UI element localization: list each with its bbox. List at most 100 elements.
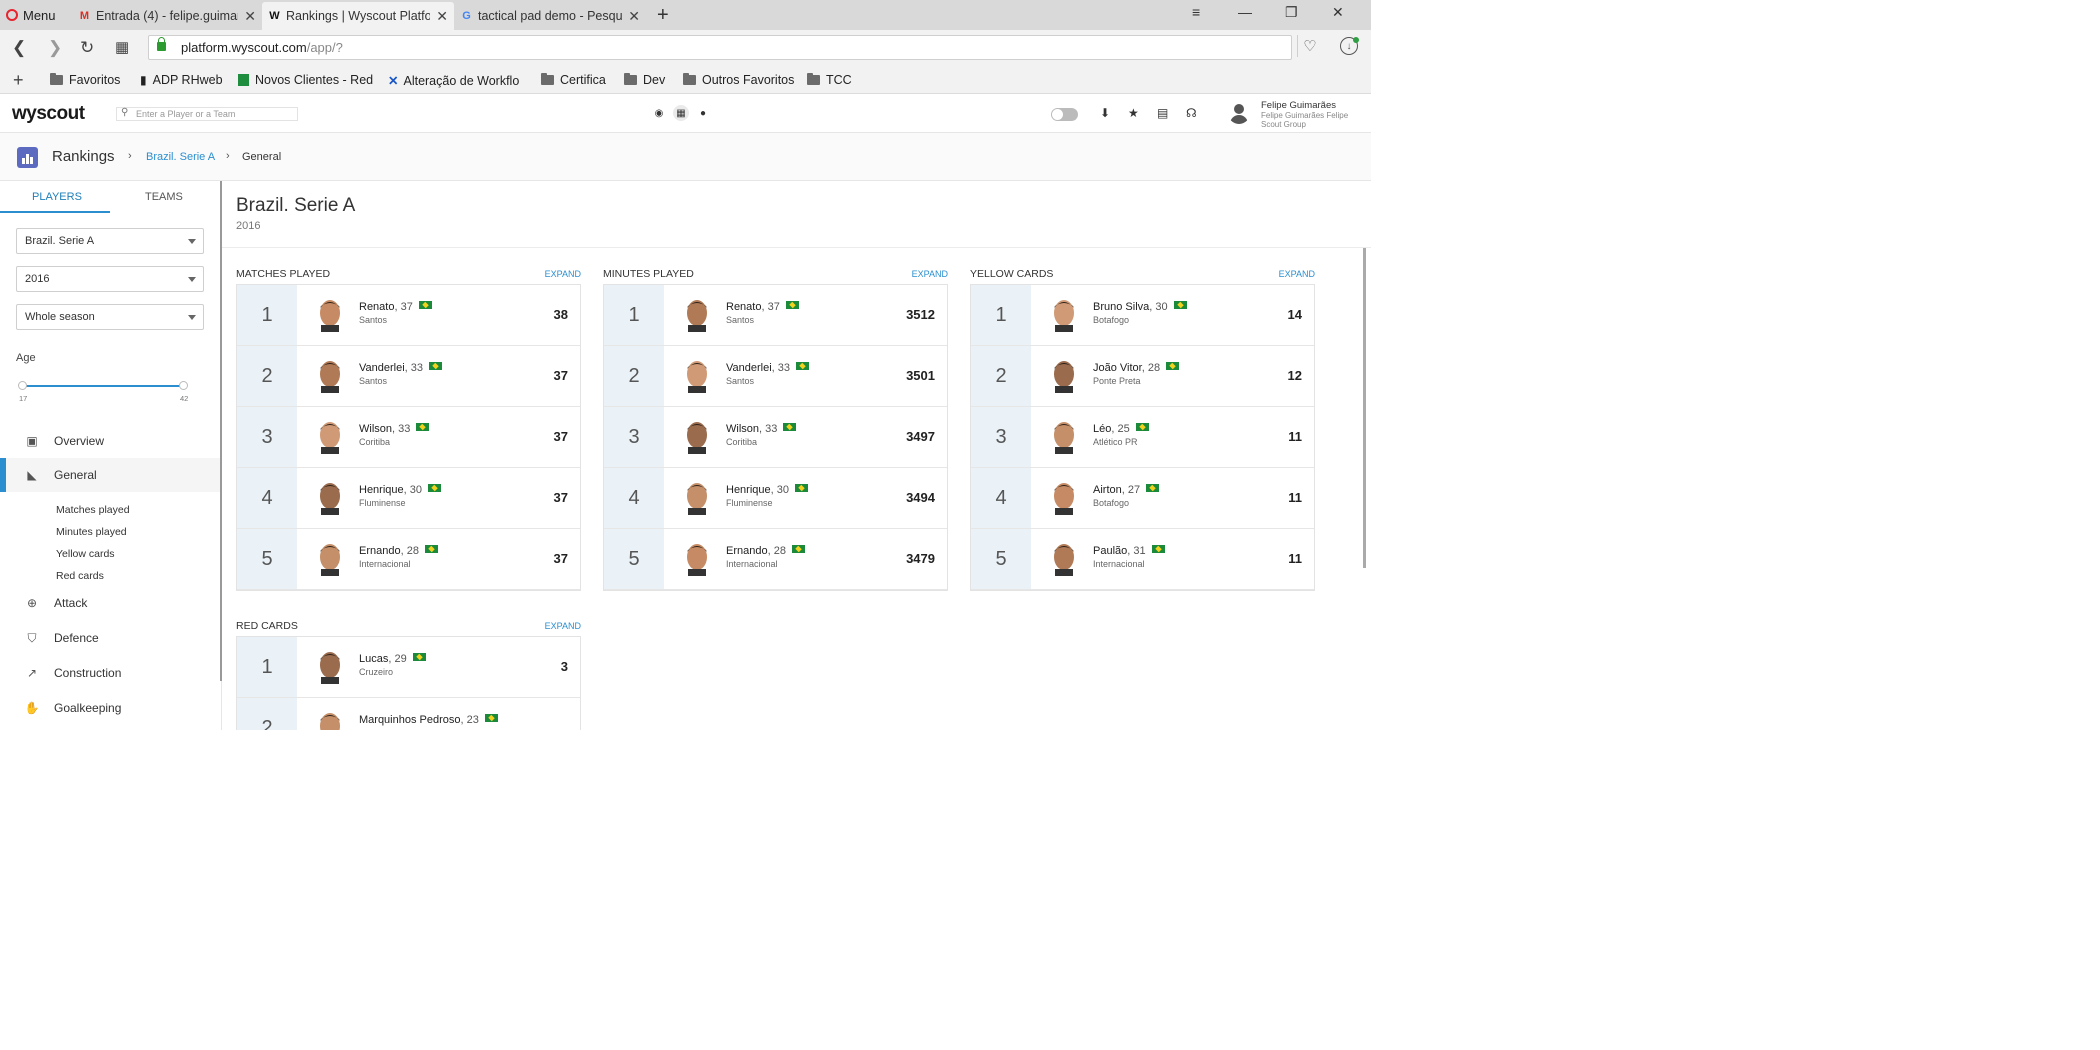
breadcrumb-rankings[interactable]: Rankings — [52, 148, 115, 165]
minimize-icon[interactable]: — — [1238, 4, 1252, 20]
window-close-icon[interactable]: ✕ — [1332, 4, 1344, 21]
table-row[interactable]: 1 Renato, 37 Santos 38 — [237, 285, 580, 346]
table-row[interactable]: 5 Ernando, 28 Internacional 37 — [237, 529, 580, 590]
bookmark-novos-clientes[interactable]: Novos Clientes - Red — [238, 73, 373, 87]
user-icon[interactable]: ● — [695, 105, 711, 121]
restore-icon[interactable]: ❐ — [1285, 4, 1298, 21]
player-name-text: Wilson — [359, 423, 393, 435]
expand-button[interactable]: EXPAND — [545, 269, 581, 279]
reload-icon[interactable]: ↻ — [80, 38, 94, 58]
user-name[interactable]: Felipe Guimarães — [1261, 100, 1336, 111]
nav-construction[interactable]: ↗ Construction — [0, 656, 220, 690]
download-box-icon[interactable]: ⬇ — [1100, 106, 1110, 120]
player-name[interactable]: Bruno Silva, 30 — [1093, 301, 1187, 313]
breadcrumb-competition[interactable]: Brazil. Serie A — [146, 151, 215, 163]
grid-icon[interactable]: ▦ — [673, 105, 689, 121]
new-tab-button[interactable]: + — [657, 4, 669, 27]
nav-attack[interactable]: ⊕ Attack — [0, 586, 220, 620]
player-name[interactable]: Airton, 27 — [1093, 484, 1160, 496]
subnav-minutes-played[interactable]: Minutes played — [56, 526, 127, 538]
subnav-yellow-cards[interactable]: Yellow cards — [56, 548, 115, 560]
table-row[interactable]: 2 Vanderlei, 33 Santos 3501 — [604, 346, 947, 407]
search-input[interactable]: ⚲ Enter a Player or a Team — [116, 107, 298, 121]
avatar[interactable] — [1228, 102, 1250, 124]
tab-menu-icon[interactable]: ≡ — [1192, 4, 1200, 20]
close-icon[interactable]: ✕ — [244, 8, 256, 25]
player-name[interactable]: Renato, 37 — [359, 301, 432, 313]
nav-goalkeeping[interactable]: ✋ Goalkeeping — [0, 691, 220, 725]
speed-dial-icon[interactable]: ▦ — [115, 38, 129, 56]
competition-select[interactable]: Brazil. Serie A — [16, 228, 204, 254]
table-row[interactable]: 2 Marquinhos Pedroso, 23 — [237, 698, 580, 730]
player-name[interactable]: Henrique, 30 — [726, 484, 808, 496]
player-name[interactable]: Ernando, 28 — [726, 545, 805, 557]
bookmark-adp-rhweb[interactable]: ▮ ADP RHweb — [140, 73, 223, 87]
browser-tab-google[interactable]: G tactical pad demo - Pesqu ✕ — [454, 2, 646, 30]
tab-teams[interactable]: TEAMS — [145, 191, 183, 203]
main-scrollbar[interactable] — [1363, 248, 1366, 568]
browser-menu-button[interactable]: Menu — [6, 6, 56, 24]
table-row[interactable]: 3 Wilson, 33 Coritiba 3497 — [604, 407, 947, 468]
age-max-handle[interactable] — [179, 381, 188, 390]
table-row[interactable]: 4 Henrique, 30 Fluminense 3494 — [604, 468, 947, 529]
browser-tab-wyscout[interactable]: W Rankings | Wyscout Platfor ✕ — [262, 2, 454, 30]
bookmark-certifica[interactable]: Certifica — [541, 73, 606, 87]
wyscout-logo[interactable]: wyscout — [12, 103, 85, 125]
forward-icon[interactable]: ❯ — [48, 38, 62, 58]
player-name[interactable]: Ernando, 28 — [359, 545, 438, 557]
back-icon[interactable]: ❮ — [12, 38, 26, 58]
download-icon[interactable]: ↓ — [1340, 37, 1359, 55]
player-name[interactable]: Marquinhos Pedroso, 23 — [359, 714, 498, 726]
season-select[interactable]: 2016 — [16, 266, 204, 292]
tab-players[interactable]: PLAYERS — [32, 191, 82, 203]
table-row[interactable]: 1 Lucas, 29 Cruzeiro 3 — [237, 637, 580, 698]
player-name[interactable]: Henrique, 30 — [359, 484, 441, 496]
player-name[interactable]: Paulão, 31 — [1093, 545, 1165, 557]
browser-tab-gmail[interactable]: M Entrada (4) - felipe.guimar ✕ — [72, 2, 262, 30]
player-name[interactable]: Renato, 37 — [726, 301, 799, 313]
close-icon[interactable]: ✕ — [436, 8, 448, 25]
headset-icon[interactable]: ☊ — [1186, 106, 1197, 120]
nav-defence[interactable]: ⛉ Defence — [0, 621, 220, 655]
subnav-matches-played[interactable]: Matches played — [56, 504, 130, 516]
subnav-red-cards[interactable]: Red cards — [56, 570, 104, 582]
player-name[interactable]: João Vitor, 28 — [1093, 362, 1180, 374]
bookmark-outros-favoritos[interactable]: Outros Favoritos — [683, 73, 794, 87]
player-name[interactable]: Vanderlei, 33 — [726, 362, 810, 374]
table-row[interactable]: 4 Henrique, 30 Fluminense 37 — [237, 468, 580, 529]
player-name[interactable]: Wilson, 33 — [359, 423, 430, 435]
calendar-icon[interactable]: ▤ — [1157, 106, 1168, 120]
player-name[interactable]: Vanderlei, 33 — [359, 362, 443, 374]
table-row[interactable]: 3 Wilson, 33 Coritiba 37 — [237, 407, 580, 468]
player-name[interactable]: Léo, 25 — [1093, 423, 1149, 435]
close-icon[interactable]: ✕ — [628, 8, 640, 25]
table-row[interactable]: 2 Vanderlei, 33 Santos 37 — [237, 346, 580, 407]
url-input[interactable]: platform.wyscout.com/app/? — [148, 35, 1292, 60]
theme-toggle[interactable] — [1051, 108, 1078, 121]
table-row[interactable]: 3 Léo, 25 Atlético PR 11 — [971, 407, 1314, 468]
expand-button[interactable]: EXPAND — [545, 621, 581, 631]
globe-icon[interactable]: ◉ — [651, 105, 667, 121]
age-min-handle[interactable] — [18, 381, 27, 390]
player-name[interactable]: Wilson, 33 — [726, 423, 797, 435]
table-row[interactable]: 5 Ernando, 28 Internacional 3479 — [604, 529, 947, 590]
table-row[interactable]: 4 Airton, 27 Botafogo 11 — [971, 468, 1314, 529]
player-name[interactable]: Lucas, 29 — [359, 653, 426, 665]
bookmark-heart-icon[interactable]: ♡ — [1297, 35, 1322, 57]
table-row[interactable]: 1 Bruno Silva, 30 Botafogo 14 — [971, 285, 1314, 346]
period-select[interactable]: Whole season — [16, 304, 204, 330]
nav-overview[interactable]: ▣ Overview — [0, 424, 220, 458]
table-row[interactable]: 5 Paulão, 31 Internacional 11 — [971, 529, 1314, 590]
bookmark-favoritos[interactable]: Favoritos — [50, 73, 120, 87]
bookmark-tcc[interactable]: TCC — [807, 73, 852, 87]
bookmark-alteracao-workflow[interactable]: ✕ Alteração de Workflo — [388, 73, 519, 89]
expand-button[interactable]: EXPAND — [912, 269, 948, 279]
star-icon[interactable]: ★ — [1128, 106, 1139, 120]
table-row[interactable]: 2 João Vitor, 28 Ponte Preta 12 — [971, 346, 1314, 407]
expand-button[interactable]: EXPAND — [1279, 269, 1315, 279]
table-row[interactable]: 1 Renato, 37 Santos 3512 — [604, 285, 947, 346]
age-range-slider[interactable] — [22, 385, 184, 387]
add-bookmark-icon[interactable]: + — [13, 70, 24, 91]
nav-general[interactable]: ◣ General — [0, 458, 220, 492]
bookmark-dev[interactable]: Dev — [624, 73, 665, 87]
